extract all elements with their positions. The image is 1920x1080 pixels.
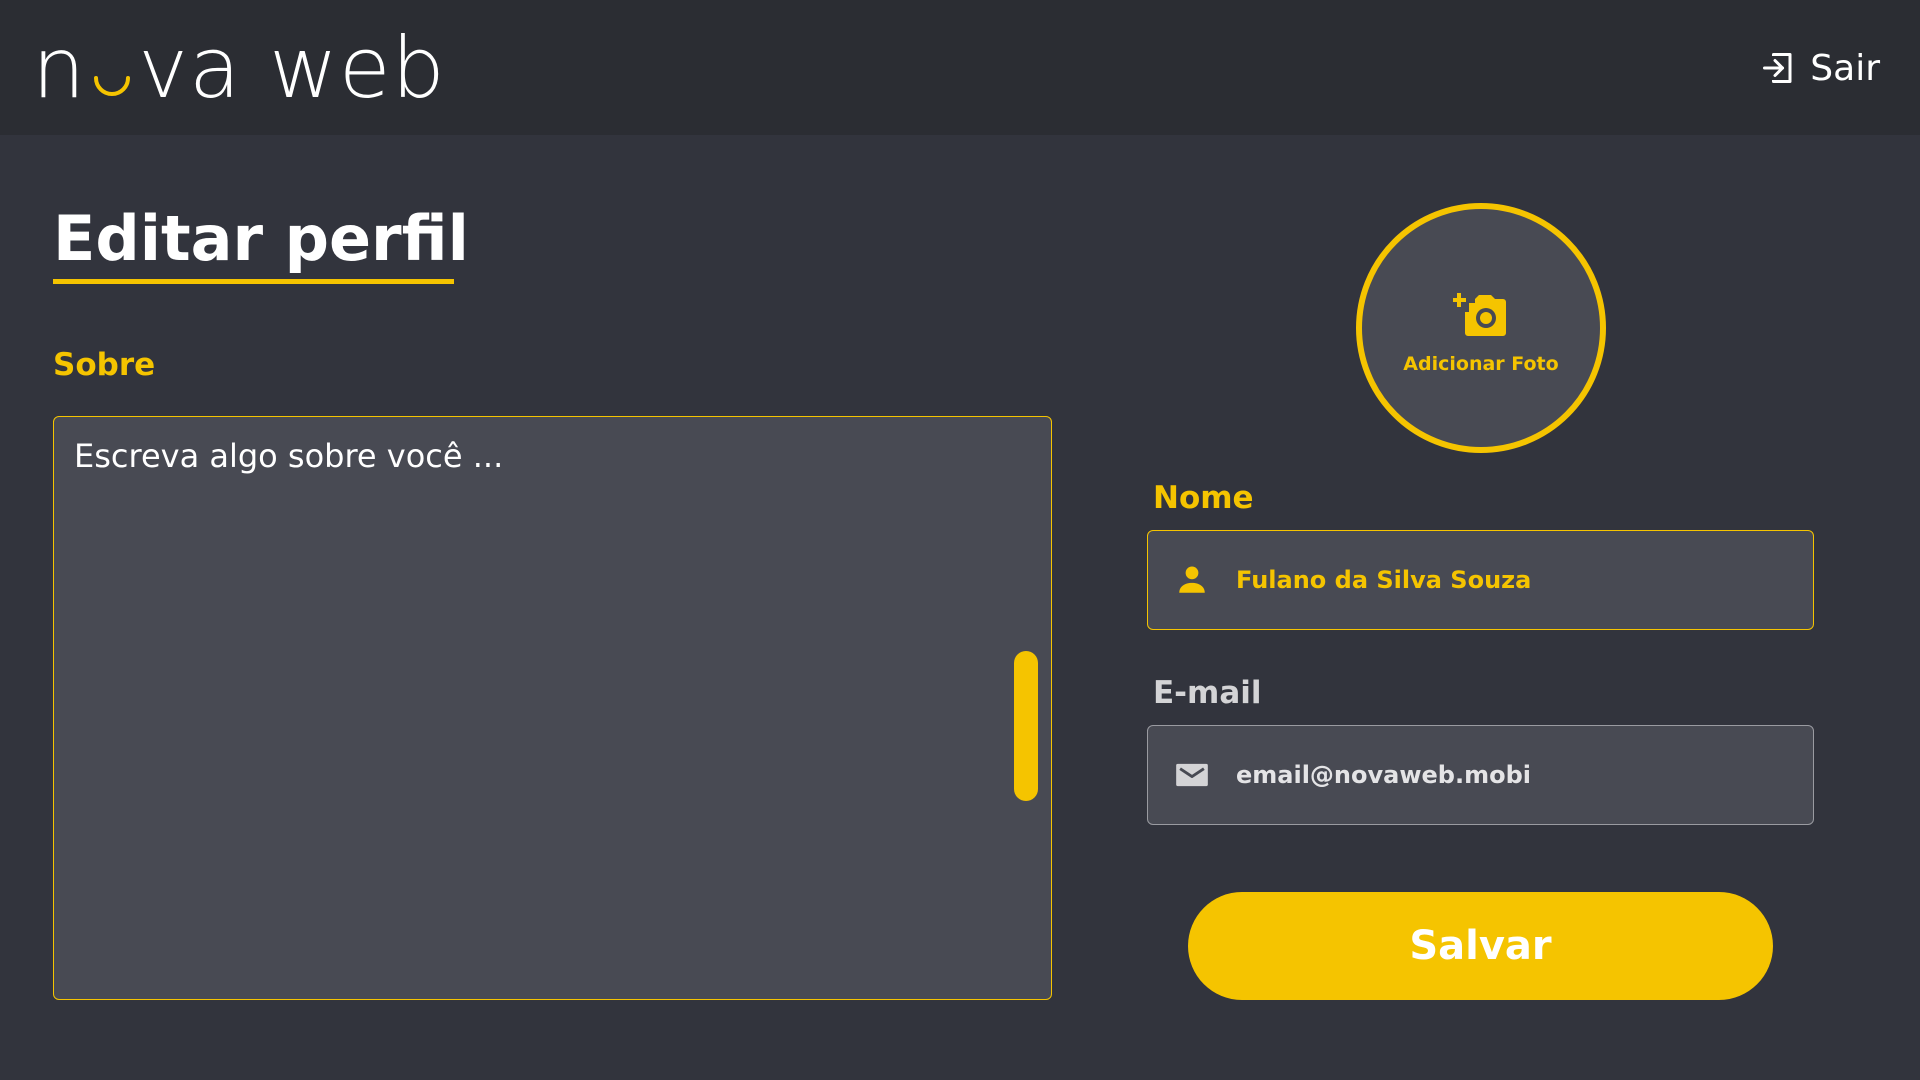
logout-icon	[1760, 50, 1796, 86]
logout-label: Sair	[1810, 47, 1880, 89]
add-photo-label: Adicionar Foto	[1403, 353, 1559, 375]
name-field[interactable]	[1147, 530, 1814, 630]
email-input[interactable]	[1234, 726, 1793, 824]
save-button[interactable]: Salvar	[1188, 892, 1773, 1000]
name-input[interactable]	[1234, 531, 1793, 629]
email-field[interactable]	[1147, 725, 1814, 825]
page-title: Editar perfil	[53, 202, 469, 275]
logout-button[interactable]: Sair	[1760, 44, 1880, 92]
add-photo-icon	[1453, 281, 1509, 341]
email-label: E-mail	[1153, 675, 1262, 711]
add-photo-button[interactable]: Adicionar Foto	[1356, 203, 1606, 453]
person-icon	[1172, 560, 1212, 600]
about-textarea[interactable]	[54, 417, 1051, 999]
logo-text-end: va web	[138, 19, 446, 117]
top-bar: n va web Sair	[0, 0, 1920, 135]
name-label: Nome	[1153, 480, 1254, 516]
mail-icon	[1172, 755, 1212, 795]
scrollbar-thumb[interactable]	[1014, 651, 1038, 801]
logo-text-start: n	[32, 19, 87, 117]
about-textarea-box	[53, 416, 1052, 1000]
title-underline	[53, 279, 454, 284]
logo[interactable]: n va web	[32, 20, 446, 110]
logo-o-mark-icon	[90, 54, 134, 98]
about-label: Sobre	[53, 347, 156, 383]
